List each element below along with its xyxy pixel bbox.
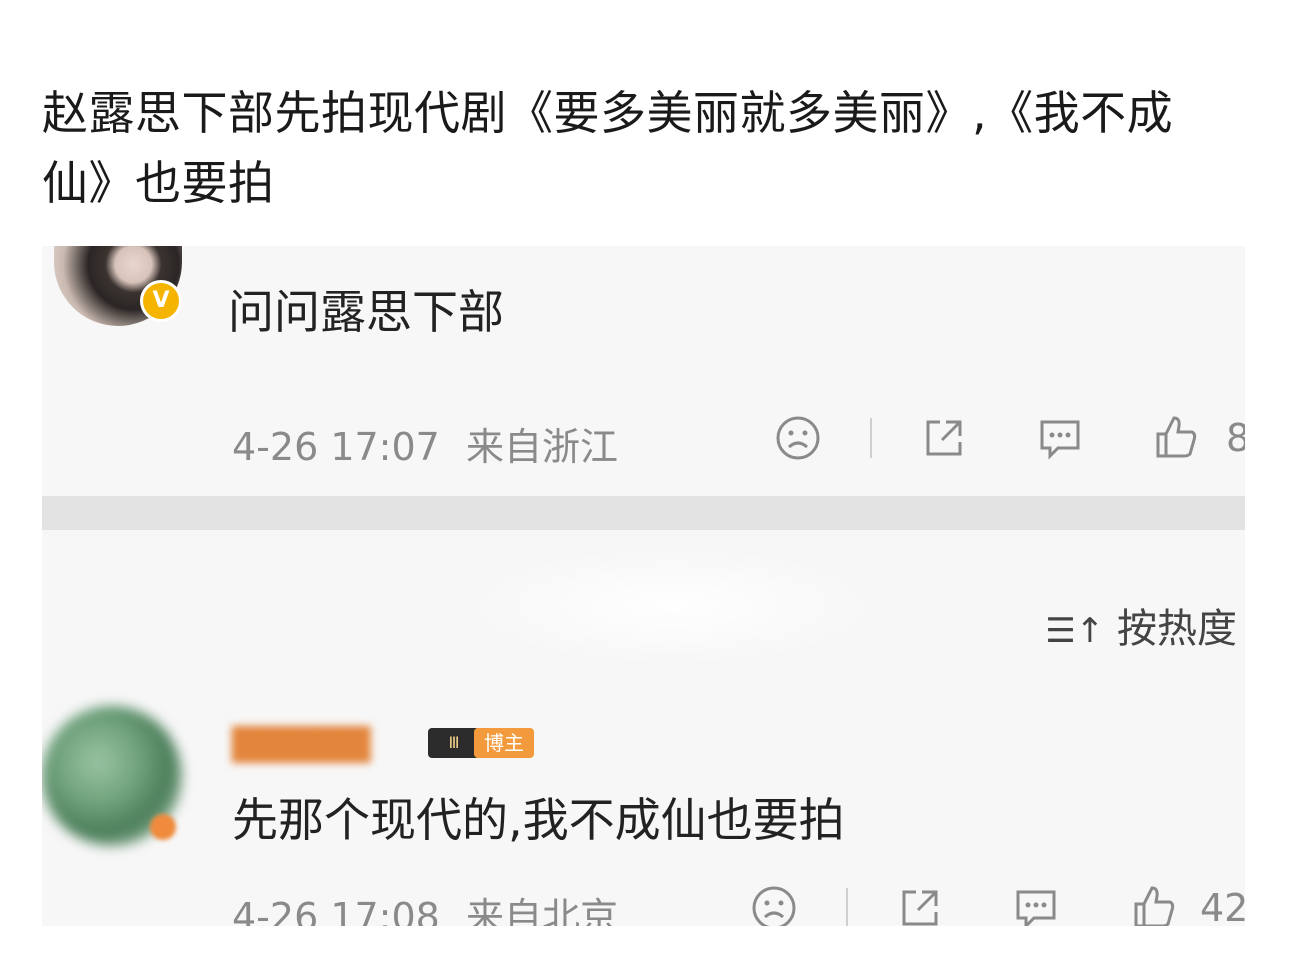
sad-face-icon[interactable] xyxy=(774,414,822,462)
comment-username-blurred[interactable]: ▇▇▇▇▇ xyxy=(232,722,370,763)
sort-icon: ☰↑ xyxy=(1045,611,1105,651)
weibo-screenshot: V 问问露思下部 4-26 17:07 来自浙江 8 ☰↑ 按热度 ▇▇▇▇▇ … xyxy=(42,246,1245,926)
sort-label: 按热度 xyxy=(1117,606,1237,652)
avatar-badge-icon xyxy=(150,814,176,840)
action-divider xyxy=(846,888,848,926)
comment-like-count: 42 xyxy=(1200,886,1245,926)
sort-by-hot-button[interactable]: ☰↑ 按热度 xyxy=(1045,596,1237,654)
section-separator xyxy=(42,496,1245,530)
post-card: V 问问露思下部 4-26 17:07 来自浙江 8 xyxy=(42,246,1245,496)
post-meta: 4-26 17:07 来自浙江 xyxy=(232,416,618,471)
screen-glare xyxy=(462,546,882,666)
like-icon[interactable] xyxy=(1152,412,1200,462)
share-icon[interactable] xyxy=(896,884,944,926)
author-badge: 博主 xyxy=(474,728,534,758)
post-location: 来自浙江 xyxy=(465,425,618,469)
post-timestamp: 4-26 17:07 xyxy=(232,425,440,469)
post-like-count: 8 xyxy=(1226,416,1245,460)
post-text: 问问露思下部 xyxy=(228,285,504,339)
comment-location: 来自北京 xyxy=(465,895,618,926)
sad-face-icon[interactable] xyxy=(750,884,798,926)
comment-meta: 4-26 17:08 来自北京 xyxy=(232,886,618,926)
comment-text: 先那个现代的,我不成仙也要拍 xyxy=(232,793,845,847)
action-divider xyxy=(870,418,872,458)
level-badge: Ⅲ xyxy=(428,728,480,758)
page: 赵露思下部先拍现代剧《要多美丽就多美丽》,《我不成仙》也要拍 V 问问露思下部 … xyxy=(0,0,1290,960)
verified-badge-icon: V xyxy=(140,280,182,322)
comment-icon[interactable] xyxy=(1036,414,1084,462)
comment-timestamp: 4-26 17:08 xyxy=(232,895,440,926)
share-icon[interactable] xyxy=(920,414,968,462)
headline: 赵露思下部先拍现代剧《要多美丽就多美丽》,《我不成仙》也要拍 xyxy=(42,86,1174,210)
like-icon[interactable] xyxy=(1130,882,1178,926)
comment-icon[interactable] xyxy=(1012,884,1060,926)
